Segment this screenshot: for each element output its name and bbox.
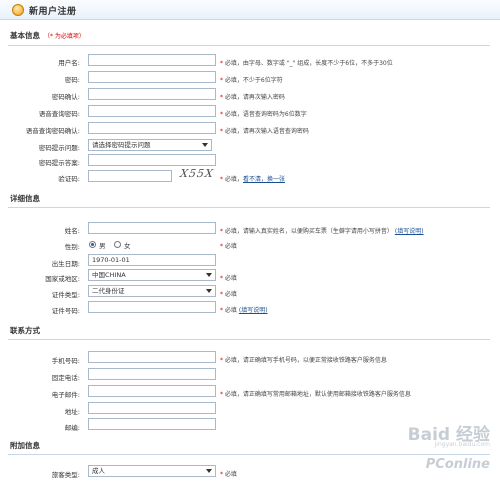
captcha-hint: * 必填，看不清，换一张 (220, 176, 285, 183)
voice-password-label: 语音查询密码: (38, 110, 80, 118)
window-titlebar: 新用户注册 (0, 0, 500, 20)
gender-label: 性别: (64, 243, 80, 251)
pconline-watermark: PConline (425, 457, 490, 472)
section-divider (8, 207, 490, 208)
chevron-down-icon (202, 143, 208, 147)
section-divider (8, 339, 490, 340)
security-answer-input[interactable] (88, 154, 216, 166)
gender-female-radio[interactable] (114, 241, 121, 248)
section-extra-header: 附加信息 (10, 441, 40, 450)
birthdate-input[interactable]: 1970-01-01 (88, 254, 216, 266)
password-input[interactable] (88, 71, 216, 83)
phone-label: 固定电话: (51, 374, 80, 382)
name-help-link[interactable]: (填写说明) (395, 228, 424, 235)
password-label: 密码: (64, 76, 80, 84)
passenger-type-select[interactable]: 成人 (88, 465, 216, 477)
gender-male-label: 男 (99, 242, 106, 250)
id-number-input[interactable] (88, 301, 216, 313)
id-type-select[interactable]: 二代身份证 (88, 285, 216, 297)
id-number-hint: * 必填 (填写说明) (220, 307, 268, 314)
username-label: 用户名: (58, 59, 80, 67)
postcode-input[interactable] (88, 418, 216, 430)
section-detail-header: 详细信息 (10, 194, 40, 203)
password-confirm-input[interactable] (88, 88, 216, 100)
app-icon (12, 4, 24, 16)
section-basic-header: 基本信息 （* 为必填项） (10, 30, 85, 41)
password-confirm-hint: * 必填，请再次输入密码 (220, 94, 285, 101)
password-hint: * 必填，不少于6位字符 (220, 77, 283, 84)
passenger-type-label: 旅客类型: (51, 471, 80, 479)
password-confirm-label: 密码确认: (51, 93, 80, 101)
security-question-label: 密码提示问题: (38, 144, 80, 152)
section-basic-title: 基本信息 (10, 31, 40, 40)
security-question-value: 请选择密码提示问题 (92, 141, 151, 149)
id-number-label: 证件号码: (51, 307, 80, 315)
section-divider (8, 454, 490, 455)
birthdate-label: 出生日期: (51, 260, 80, 268)
section-contact-header: 联系方式 (10, 326, 40, 335)
passenger-type-hint: * 必填 (220, 471, 237, 478)
mobile-label: 手机号码: (51, 357, 80, 365)
gender-female-label: 女 (124, 242, 131, 250)
captcha-input[interactable] (88, 170, 172, 182)
username-input[interactable] (88, 54, 216, 66)
gender-male-radio[interactable] (89, 241, 96, 248)
voice-password-confirm-label: 语音查询密码确认: (25, 127, 80, 135)
address-input[interactable] (88, 402, 216, 414)
email-label: 电子邮件: (51, 391, 80, 399)
address-label: 地址: (64, 408, 80, 416)
country-label: 国家或地区: (45, 275, 80, 283)
baidu-url-watermark: jingyan.baidu.com (434, 441, 490, 448)
mobile-input[interactable] (88, 351, 216, 363)
section-divider (8, 45, 490, 46)
name-label: 姓名: (64, 227, 80, 235)
country-hint: * 必填 (220, 275, 237, 282)
chevron-down-icon (206, 289, 212, 293)
id-type-label: 证件类型: (51, 291, 80, 299)
chevron-down-icon (206, 469, 212, 473)
captcha-image[interactable]: X55X (179, 167, 219, 183)
id-type-value: 二代身份证 (92, 287, 125, 295)
id-type-hint: * 必填 (220, 291, 237, 298)
postcode-label: 邮编: (64, 424, 80, 432)
voice-password-hint: * 必填，语音查询密码为6位数字 (220, 111, 307, 118)
id-number-help-link[interactable]: (填写说明) (239, 307, 268, 314)
name-input[interactable] (88, 222, 216, 234)
chevron-down-icon (206, 273, 212, 277)
email-input[interactable] (88, 385, 216, 397)
passenger-type-value: 成人 (92, 467, 105, 475)
country-value: 中国CHINA (92, 271, 126, 279)
name-hint: * 必填，请输入真实姓名，以便购买车票（生僻字请用小写拼音） (填写说明) (220, 228, 424, 235)
voice-password-confirm-hint: * 必填，请再次输入语音查询密码 (220, 128, 309, 135)
voice-password-input[interactable] (88, 105, 216, 117)
security-answer-label: 密码提示答案: (38, 159, 80, 167)
email-hint: * 必填，请正确填写常用邮箱地址，默认使用邮箱接收铁路客户服务信息 (220, 391, 411, 398)
mobile-hint: * 必填，请正确填写手机号码，以便正常接收铁路客户服务信息 (220, 357, 387, 364)
security-question-select[interactable]: 请选择密码提示问题 (88, 139, 212, 151)
gender-hint: * 必填 (220, 243, 237, 250)
window-title: 新用户注册 (29, 7, 77, 17)
username-hint: * 必填，由字母、数字或 "_" 组成，长度不少于6位，不多于30位 (220, 60, 393, 67)
required-hint: （* 为必填项） (44, 33, 85, 40)
captcha-label: 验证码: (58, 175, 80, 183)
voice-password-confirm-input[interactable] (88, 122, 216, 134)
captcha-refresh-link[interactable]: 看不清，换一张 (243, 176, 285, 183)
country-select[interactable]: 中国CHINA (88, 269, 216, 281)
phone-input[interactable] (88, 368, 216, 380)
